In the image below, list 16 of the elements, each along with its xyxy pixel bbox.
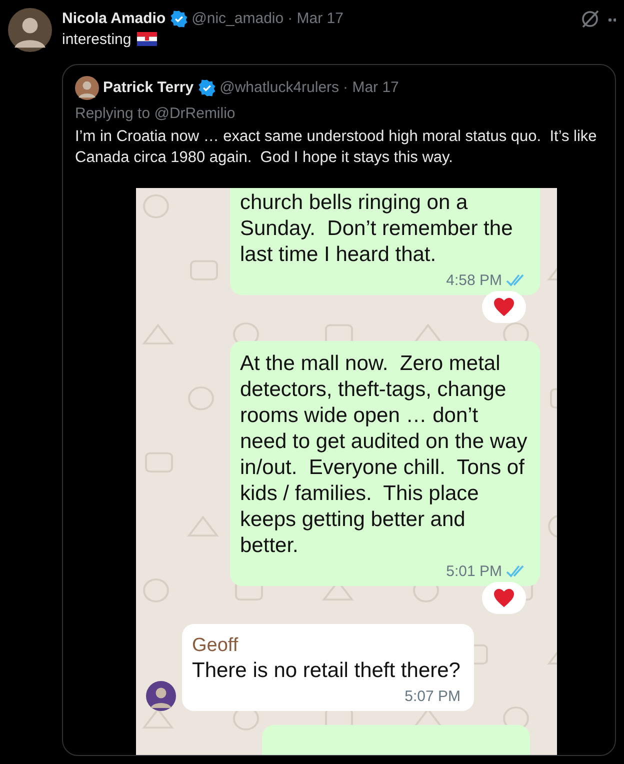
- message-text: At the mall now. Zero metal detectors, theft-tags, change rooms wide open … don’t need to get audited on the way in/out. Everyone chill. Tons of kids / families. This place keeps getting better and better.: [240, 350, 528, 559]
- author-handle[interactable]: @nic_amadio: [192, 10, 284, 28]
- post-text: I’m in Croatia now … exact same understood high moral status quo. It’s like Canada circa 1980 again. God I hope it stays this way.: [75, 126, 598, 168]
- post-text: interesting: [62, 30, 132, 48]
- message-time: 4:58 PM: [446, 272, 502, 289]
- replying-to-text: Replying to @DrRemilio: [75, 104, 236, 122]
- post-date[interactable]: · Mar 17: [288, 10, 344, 28]
- message-text: church bells ringing on a Sunday. Don’t remember the last time I heard that.: [240, 190, 514, 268]
- author-name[interactable]: Nicola Amadio: [62, 10, 166, 28]
- sender-name: Geoff: [192, 634, 240, 658]
- author-handle[interactable]: @whatluck4rulers: [220, 79, 340, 96]
- message-time: 5:07 PM: [404, 688, 460, 705]
- post-date[interactable]: · Mar 17: [343, 79, 399, 96]
- author-name[interactable]: Patrick Terry: [103, 79, 194, 96]
- message-text: There is no retail theft there?: [192, 658, 460, 684]
- message-time: 5:01 PM: [446, 562, 502, 580]
